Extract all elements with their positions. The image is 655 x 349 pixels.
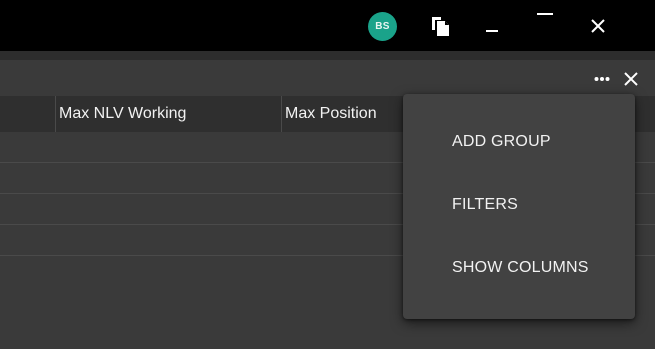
column-header-label: Max NLV Working bbox=[59, 105, 187, 122]
titlebar-separator bbox=[0, 51, 655, 60]
menu-item-label: FILTERS bbox=[452, 196, 519, 213]
user-avatar[interactable]: BS bbox=[368, 12, 397, 41]
column-header-label: Max Position bbox=[285, 105, 377, 122]
minimize-icon[interactable] bbox=[533, 6, 557, 26]
menu-item-show-columns[interactable]: SHOW COLUMNS bbox=[403, 243, 635, 293]
minimize-icon[interactable] bbox=[481, 14, 503, 38]
menu-item-label: ADD GROUP bbox=[452, 133, 551, 150]
copy-icon[interactable] bbox=[427, 12, 453, 40]
more-horizontal-icon[interactable] bbox=[592, 69, 612, 89]
panel-options-menu: ADD GROUP FILTERS SHOW COLUMNS bbox=[403, 94, 635, 319]
column-header-max-nlv-working[interactable]: Max NLV Working bbox=[55, 96, 281, 132]
menu-item-label: SHOW COLUMNS bbox=[452, 259, 589, 276]
panel-close-icon[interactable] bbox=[621, 69, 640, 88]
window-titlebar: BS bbox=[0, 0, 655, 51]
column-header-max-position[interactable]: Max Position bbox=[281, 96, 411, 132]
panel-toolbar bbox=[0, 60, 655, 96]
menu-item-filters[interactable]: FILTERS bbox=[403, 180, 635, 230]
menu-item-add-group[interactable]: ADD GROUP bbox=[403, 117, 635, 167]
window-close-icon[interactable] bbox=[587, 15, 609, 37]
